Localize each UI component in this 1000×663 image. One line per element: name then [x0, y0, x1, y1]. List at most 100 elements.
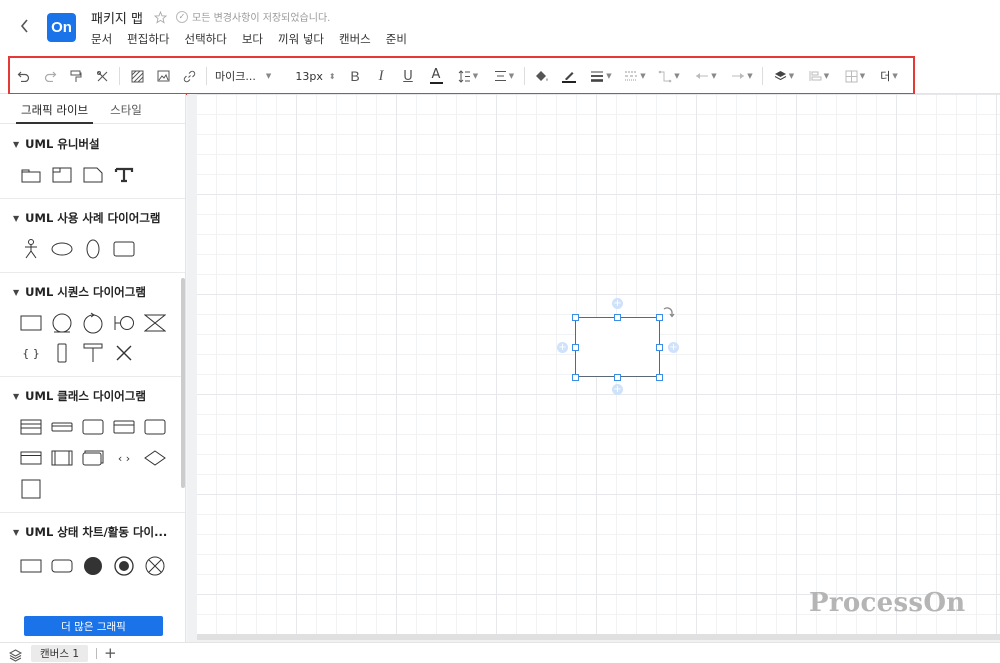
resize-handle-top[interactable]	[614, 314, 621, 321]
canvas-horizontal-scrollbar[interactable]	[197, 634, 1000, 640]
section-header[interactable]: ▼ UML 사용 사례 다이어그램	[0, 209, 185, 227]
component-shape[interactable]	[51, 447, 73, 469]
resize-handle-left[interactable]	[572, 344, 579, 351]
redo-icon[interactable]	[41, 58, 59, 94]
section-header[interactable]: ▼ UML 상태 차트/활동 다이...	[0, 523, 185, 541]
font-family-select[interactable]: 마이크... ▼	[215, 58, 279, 94]
start-arrow-icon[interactable]: ▼	[693, 58, 719, 94]
class-shape[interactable]	[20, 416, 42, 438]
square-shape[interactable]	[20, 478, 42, 500]
use-case-ellipse-shape[interactable]	[51, 238, 73, 260]
note-shape[interactable]	[82, 164, 104, 186]
fill-color-icon[interactable]	[533, 58, 551, 94]
menu-view[interactable]: 보다	[242, 31, 263, 47]
menu-canvas[interactable]: 캔버스	[339, 31, 371, 47]
section-title: UML 시퀀스 다이어그램	[25, 285, 146, 299]
bold-button[interactable]: B	[346, 58, 364, 94]
line-height-icon[interactable]: ▼	[455, 58, 481, 94]
stepper-icon: ⬍	[328, 71, 336, 81]
star-icon[interactable]	[153, 9, 168, 24]
package-shape[interactable]	[20, 164, 42, 186]
undo-icon[interactable]	[14, 58, 32, 94]
menu-document[interactable]: 문서	[91, 31, 112, 47]
section-header[interactable]: ▼ UML 유니버설	[0, 135, 185, 153]
diamond-shape[interactable]	[144, 447, 166, 469]
text-align-icon[interactable]: ▼	[491, 58, 517, 94]
destroy-shape[interactable]	[113, 342, 135, 364]
template-chevrons-shape[interactable]: ‹ ›	[113, 447, 135, 469]
lifeline-shape[interactable]	[82, 342, 104, 364]
app-logo[interactable]: On	[47, 13, 76, 42]
initial-state-shape[interactable]	[82, 555, 104, 577]
flow-final-shape[interactable]	[144, 555, 166, 577]
sidebar-scrollbar[interactable]	[181, 278, 185, 488]
chevron-down-icon: ▼	[265, 72, 272, 80]
node-shape[interactable]	[82, 447, 104, 469]
interface-shape[interactable]	[51, 416, 73, 438]
font-size-select[interactable]: 13px ⬍	[293, 58, 338, 94]
state-shape[interactable]	[20, 555, 42, 577]
menu-insert[interactable]: 끼워 넣다	[278, 31, 324, 47]
image-icon[interactable]	[154, 58, 172, 94]
resize-handle-right[interactable]	[656, 344, 663, 351]
control-shape[interactable]	[82, 312, 104, 334]
menu-select[interactable]: 선택하다	[185, 31, 227, 47]
format-painter-icon[interactable]	[67, 58, 85, 94]
add-connection-left-icon[interactable]: +	[557, 342, 568, 353]
actor-shape[interactable]	[20, 238, 42, 260]
resize-handle-top-left[interactable]	[572, 314, 579, 321]
layer-icon[interactable]: ▼	[771, 58, 797, 94]
selected-rectangle-shape[interactable]	[575, 317, 660, 377]
boundary-shape[interactable]	[113, 312, 135, 334]
enumeration-shape[interactable]	[113, 416, 135, 438]
more-tools-button[interactable]: 더 ▼	[877, 58, 901, 94]
connector-icon[interactable]: ▼	[656, 58, 682, 94]
resize-handle-bottom[interactable]	[614, 374, 621, 381]
add-connection-top-icon[interactable]: +	[612, 298, 623, 309]
rotate-handle-icon[interactable]	[661, 304, 675, 318]
menu-edit[interactable]: 편집하다	[127, 31, 169, 47]
entity-shape[interactable]	[51, 312, 73, 334]
line-color-icon[interactable]	[560, 58, 578, 94]
activation-bar-shape[interactable]	[51, 342, 73, 364]
add-connection-bottom-icon[interactable]: +	[612, 384, 623, 395]
section-header[interactable]: ▼ UML 클래스 다이어그램	[0, 387, 185, 405]
tab-graphic-library[interactable]: 그래픽 라이브	[15, 94, 94, 124]
back-icon[interactable]	[14, 15, 36, 37]
document-title[interactable]: 패키지 맵	[91, 8, 143, 27]
data-type-shape[interactable]	[20, 447, 42, 469]
more-shapes-button[interactable]: 더 많은 그래픽	[24, 616, 163, 636]
resize-handle-bottom-right[interactable]	[656, 374, 663, 381]
rounded-rect-shape[interactable]	[82, 416, 104, 438]
fragment-braces-shape[interactable]: { }	[20, 342, 42, 364]
resize-handle-bottom-left[interactable]	[572, 374, 579, 381]
final-state-shape[interactable]	[113, 555, 135, 577]
add-page-button[interactable]: +	[104, 644, 117, 662]
align-shapes-icon[interactable]: ▼	[806, 58, 832, 94]
italic-button[interactable]: I	[372, 58, 390, 94]
end-arrow-icon[interactable]: ▼	[729, 58, 755, 94]
vertical-ellipse-shape[interactable]	[82, 238, 104, 260]
line-width-icon[interactable]: ▼	[588, 58, 614, 94]
package-tab-shape[interactable]	[51, 164, 73, 186]
object-shape[interactable]	[20, 312, 42, 334]
text-shape[interactable]	[113, 164, 135, 186]
hourglass-shape[interactable]	[144, 312, 166, 334]
distribute-icon[interactable]: ▼	[842, 58, 868, 94]
line-style-icon[interactable]: ▼	[622, 58, 648, 94]
fill-style-icon[interactable]	[128, 58, 146, 94]
system-boundary-shape[interactable]	[113, 238, 135, 260]
font-color-button[interactable]: A	[427, 58, 445, 94]
underline-button[interactable]: U	[399, 58, 417, 94]
clear-format-icon[interactable]	[93, 58, 111, 94]
tab-style[interactable]: 스타일	[110, 94, 142, 124]
page-tab[interactable]: 캔버스 1	[31, 645, 88, 662]
activity-shape[interactable]	[51, 555, 73, 577]
section-header[interactable]: ▼ UML 시퀀스 다이어그램	[0, 283, 185, 301]
section-title: UML 상태 차트/활동 다이...	[25, 525, 168, 539]
add-connection-right-icon[interactable]: +	[668, 342, 679, 353]
box-shape[interactable]	[144, 416, 166, 438]
link-icon[interactable]	[180, 58, 198, 94]
menu-arrange[interactable]: 준비	[386, 31, 407, 47]
layers-icon[interactable]	[8, 647, 23, 662]
